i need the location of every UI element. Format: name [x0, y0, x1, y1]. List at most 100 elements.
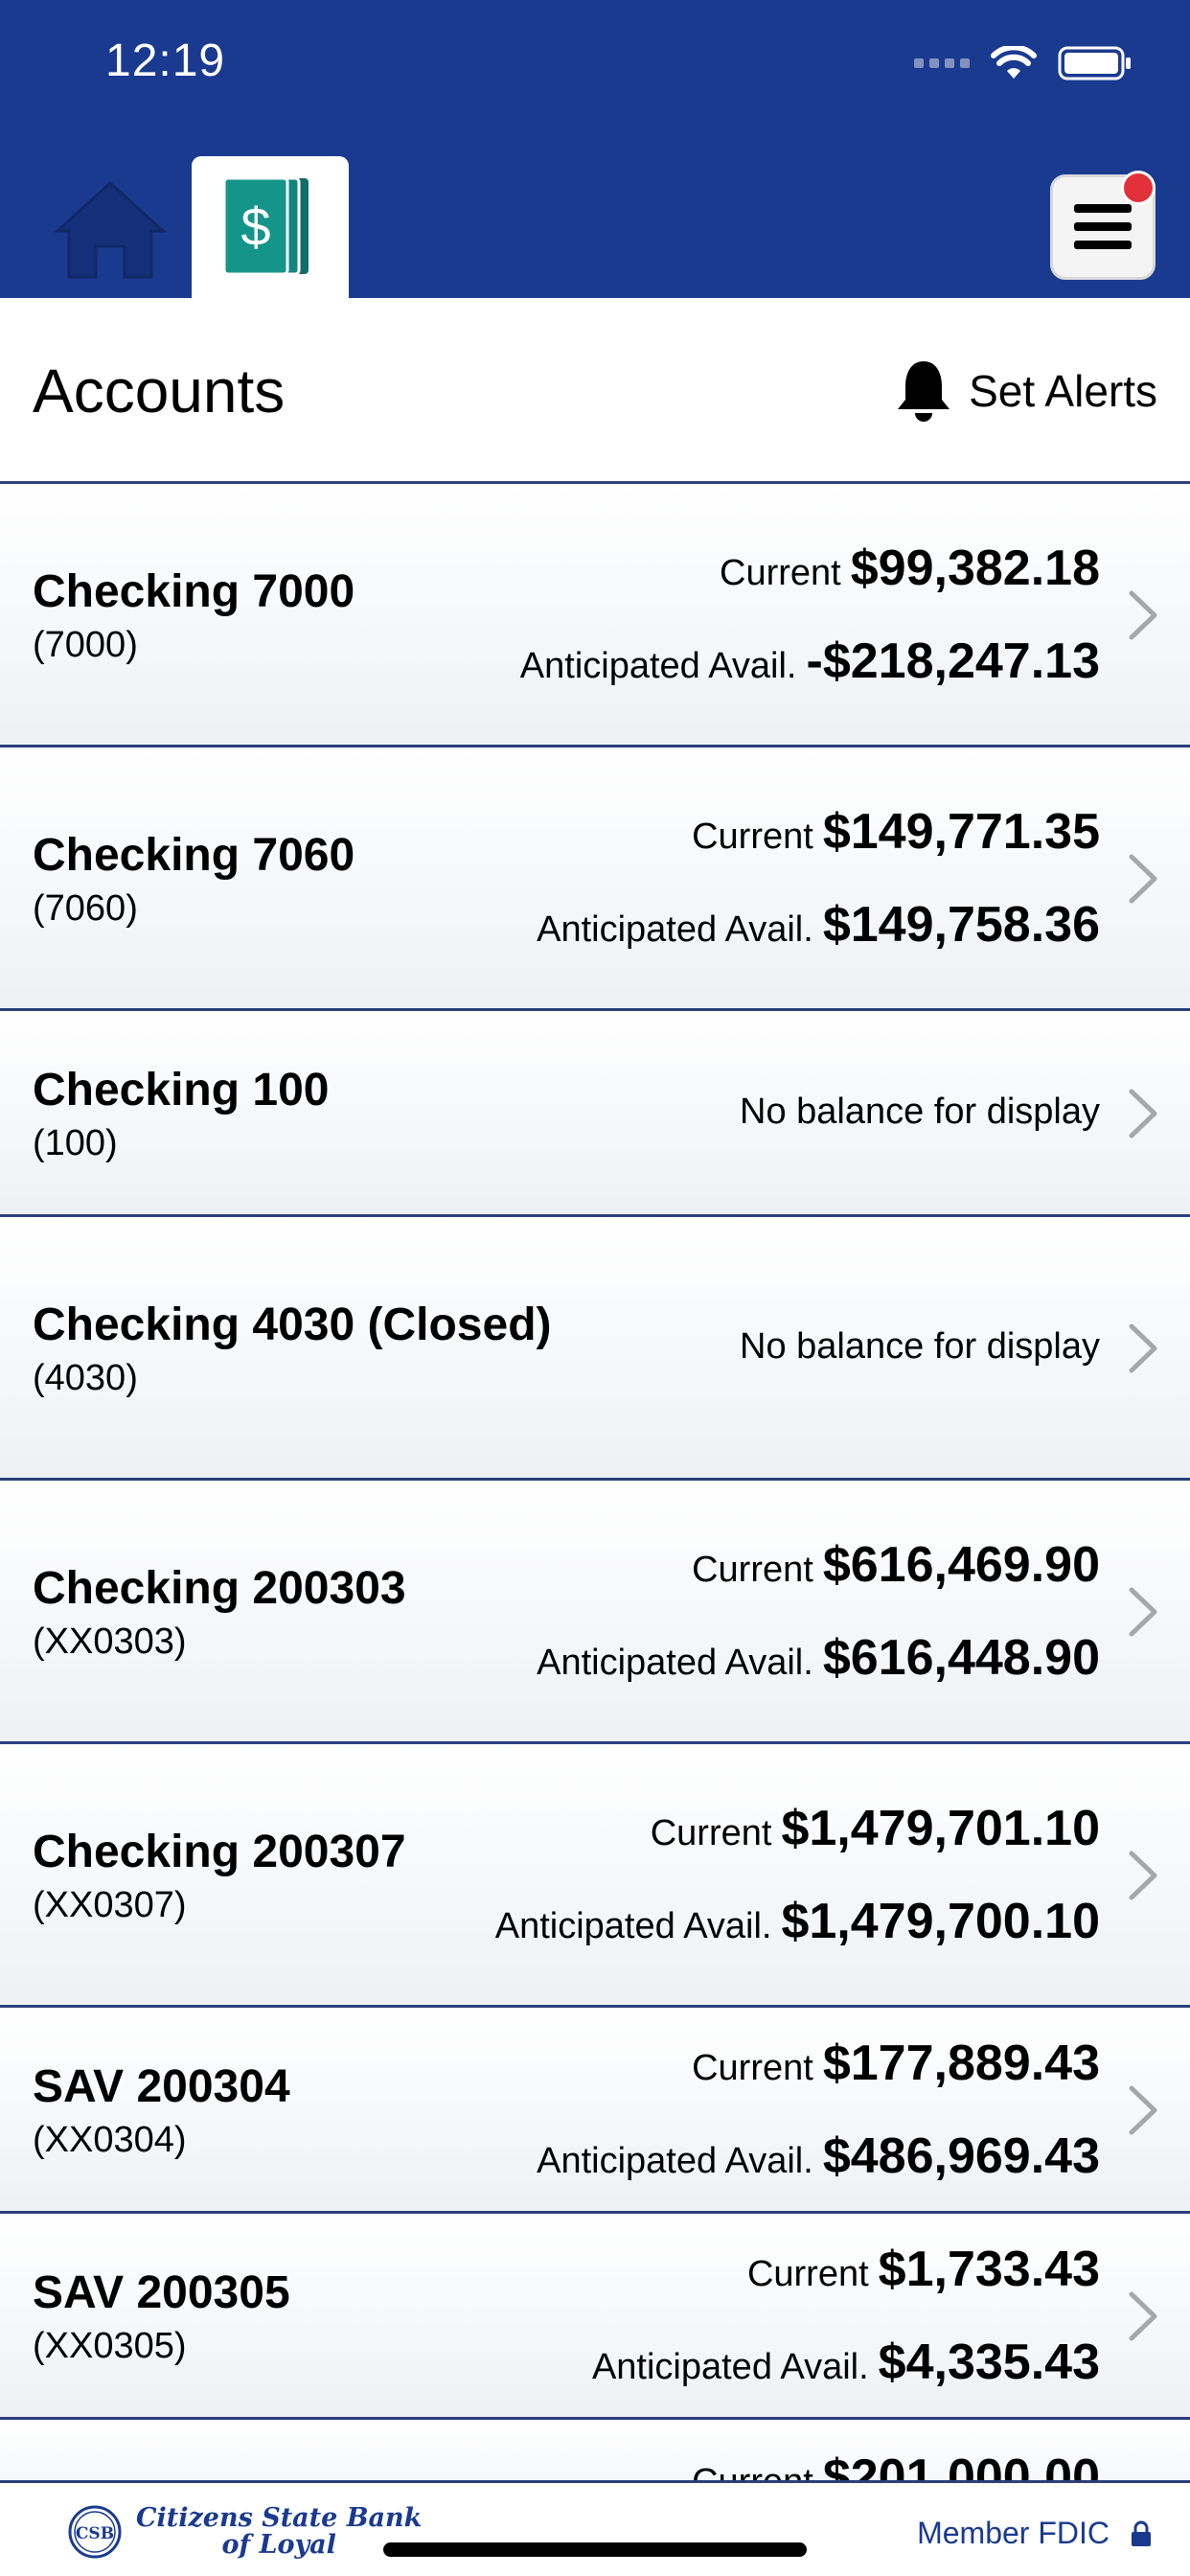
- current-balance: Current $616,469.90: [692, 1536, 1100, 1594]
- account-row[interactable]: SAV 200305 (XX0305) Current $1,733.43 An…: [0, 2214, 1190, 2420]
- set-alerts-button[interactable]: Set Alerts: [894, 357, 1157, 425]
- cellular-signal-icon: [914, 58, 970, 68]
- anticipated-balance: Anticipated Avail. $1,479,700.10: [495, 1893, 1100, 1950]
- current-label: Current: [720, 553, 841, 593]
- chevron-right-icon: [1129, 854, 1157, 904]
- anticipated-value: -$218,247.13: [806, 633, 1101, 689]
- account-number: (XX0303): [33, 1622, 187, 1662]
- account-list: Checking 7000 (7000) Current $99,382.18 …: [0, 484, 1190, 2535]
- chevron-right-icon: [1129, 590, 1157, 640]
- current-balance: Current $177,889.43: [692, 2035, 1100, 2092]
- home-icon: [54, 180, 167, 279]
- home-indicator[interactable]: [383, 2542, 807, 2557]
- accounts-title-bar: Accounts Set Alerts: [0, 298, 1190, 484]
- account-row[interactable]: Checking 100 (100) No balance for displa…: [0, 1011, 1190, 1217]
- anticipated-value: $4,335.43: [878, 2334, 1100, 2390]
- bank-name-line2: of Loyal: [221, 2530, 336, 2560]
- account-row[interactable]: Checking 7060 (7060) Current $149,771.35…: [0, 748, 1190, 1011]
- account-number: (7000): [33, 625, 138, 665]
- anticipated-label: Anticipated Avail.: [537, 909, 813, 950]
- account-row[interactable]: Checking 200303 (XX0303) Current $616,46…: [0, 1481, 1190, 1744]
- account-name: Checking 200303: [33, 1563, 406, 1614]
- account-name: Checking 7060: [33, 830, 355, 881]
- current-label: Current: [692, 2048, 813, 2088]
- account-row[interactable]: Checking 4030 (Closed) (4030) No balance…: [0, 1217, 1190, 1481]
- current-balance: Current $1,733.43: [747, 2241, 1100, 2298]
- chevron-right-icon: [1129, 2085, 1157, 2135]
- current-balance: Current $1,479,701.10: [651, 1800, 1100, 1857]
- svg-text:$: $: [240, 196, 270, 257]
- battery-icon: [1058, 46, 1131, 80]
- anticipated-balance: Anticipated Avail. $149,758.36: [537, 896, 1100, 954]
- status-time: 12:19: [105, 35, 226, 86]
- page-title: Accounts: [33, 356, 286, 426]
- bank-logo: CSB Citizens State Bank of Loyal: [67, 2504, 422, 2560]
- current-value: $616,469.90: [822, 1537, 1100, 1593]
- current-value: $149,771.35: [822, 804, 1100, 860]
- hamburger-menu-icon: [1074, 204, 1132, 249]
- account-row[interactable]: SAV 200304 (XX0304) Current $177,889.43 …: [0, 2008, 1190, 2214]
- account-row[interactable]: Checking 7000 (7000) Current $99,382.18 …: [0, 484, 1190, 748]
- anticipated-label: Anticipated Avail.: [591, 2347, 869, 2387]
- chevron-right-icon: [1129, 1851, 1157, 1900]
- no-balance-text: No balance for display: [740, 1326, 1100, 1367]
- anticipated-label: Anticipated Avail.: [519, 646, 797, 686]
- current-label: Current: [746, 2254, 869, 2294]
- anticipated-balance: Anticipated Avail. -$218,247.13: [520, 632, 1100, 690]
- current-balance: Current $99,382.18: [720, 540, 1100, 597]
- account-name: Checking 7000: [33, 566, 355, 617]
- current-value: $1,479,701.10: [781, 1801, 1100, 1856]
- anticipated-value: $486,969.43: [822, 2128, 1100, 2184]
- app-header: 12:19 $: [0, 0, 1190, 298]
- notification-dot: [1121, 171, 1156, 205]
- anticipated-label: Anticipated Avail.: [537, 2141, 813, 2181]
- anticipated-value: $149,758.36: [822, 897, 1100, 953]
- tab-home[interactable]: [48, 177, 172, 283]
- dollar-bills-icon: $: [222, 176, 309, 276]
- lock-icon: [1132, 2520, 1151, 2546]
- chevron-right-icon: [1129, 1089, 1157, 1138]
- account-number: (XX0304): [33, 2120, 187, 2160]
- current-value: $99,382.18: [850, 540, 1100, 596]
- account-name: SAV 200304: [33, 2061, 290, 2112]
- account-number: (7060): [33, 888, 138, 929]
- member-fdic: Member FDIC: [917, 2516, 1152, 2551]
- tab-accounts[interactable]: $: [192, 156, 349, 298]
- account-name: Checking 100: [33, 1065, 330, 1116]
- account-name: SAV 200305: [33, 2267, 290, 2318]
- account-number: (100): [33, 1123, 118, 1163]
- anticipated-balance: Anticipated Avail. $4,335.43: [592, 2334, 1100, 2391]
- status-icons: [914, 46, 1133, 80]
- chevron-right-icon: [1129, 2291, 1157, 2341]
- anticipated-label: Anticipated Avail.: [494, 1906, 772, 1946]
- account-number: (XX0307): [33, 1885, 187, 1925]
- chevron-right-icon: [1129, 1587, 1157, 1637]
- fdic-label: Member FDIC: [917, 2516, 1110, 2550]
- anticipated-value: $1,479,700.10: [781, 1894, 1100, 1949]
- wifi-icon: [991, 46, 1037, 79]
- svg-text:CSB: CSB: [76, 2524, 114, 2543]
- no-balance-text: No balance for display: [740, 1092, 1100, 1132]
- bank-name: Citizens State Bank of Loyal: [136, 2505, 422, 2559]
- set-alerts-label: Set Alerts: [969, 366, 1157, 416]
- account-number: (XX0305): [33, 2326, 187, 2366]
- csb-seal-icon: CSB: [68, 2505, 122, 2559]
- current-label: Current: [692, 816, 813, 857]
- bank-name-line1: Citizens State Bank: [136, 2503, 423, 2533]
- account-name: Checking 4030 (Closed): [33, 1300, 552, 1350]
- anticipated-label: Anticipated Avail.: [537, 1643, 813, 1683]
- current-label: Current: [650, 1813, 772, 1853]
- current-value: $177,889.43: [822, 2036, 1100, 2091]
- bell-icon: [898, 361, 950, 422]
- anticipated-value: $616,448.90: [822, 1630, 1100, 1686]
- account-number: (4030): [33, 1358, 138, 1398]
- current-balance: Current $149,771.35: [692, 803, 1100, 861]
- footer: CSB Citizens State Bank of Loyal Member …: [0, 2480, 1190, 2576]
- account-name: Checking 200307: [33, 1827, 406, 1877]
- current-value: $1,733.43: [878, 2242, 1100, 2297]
- account-row[interactable]: Checking 200307 (XX0307) Current $1,479,…: [0, 1744, 1190, 2008]
- current-label: Current: [692, 1550, 813, 1590]
- anticipated-balance: Anticipated Avail. $616,448.90: [537, 1629, 1100, 1687]
- anticipated-balance: Anticipated Avail. $486,969.43: [537, 2128, 1100, 2185]
- chevron-right-icon: [1129, 1323, 1157, 1373]
